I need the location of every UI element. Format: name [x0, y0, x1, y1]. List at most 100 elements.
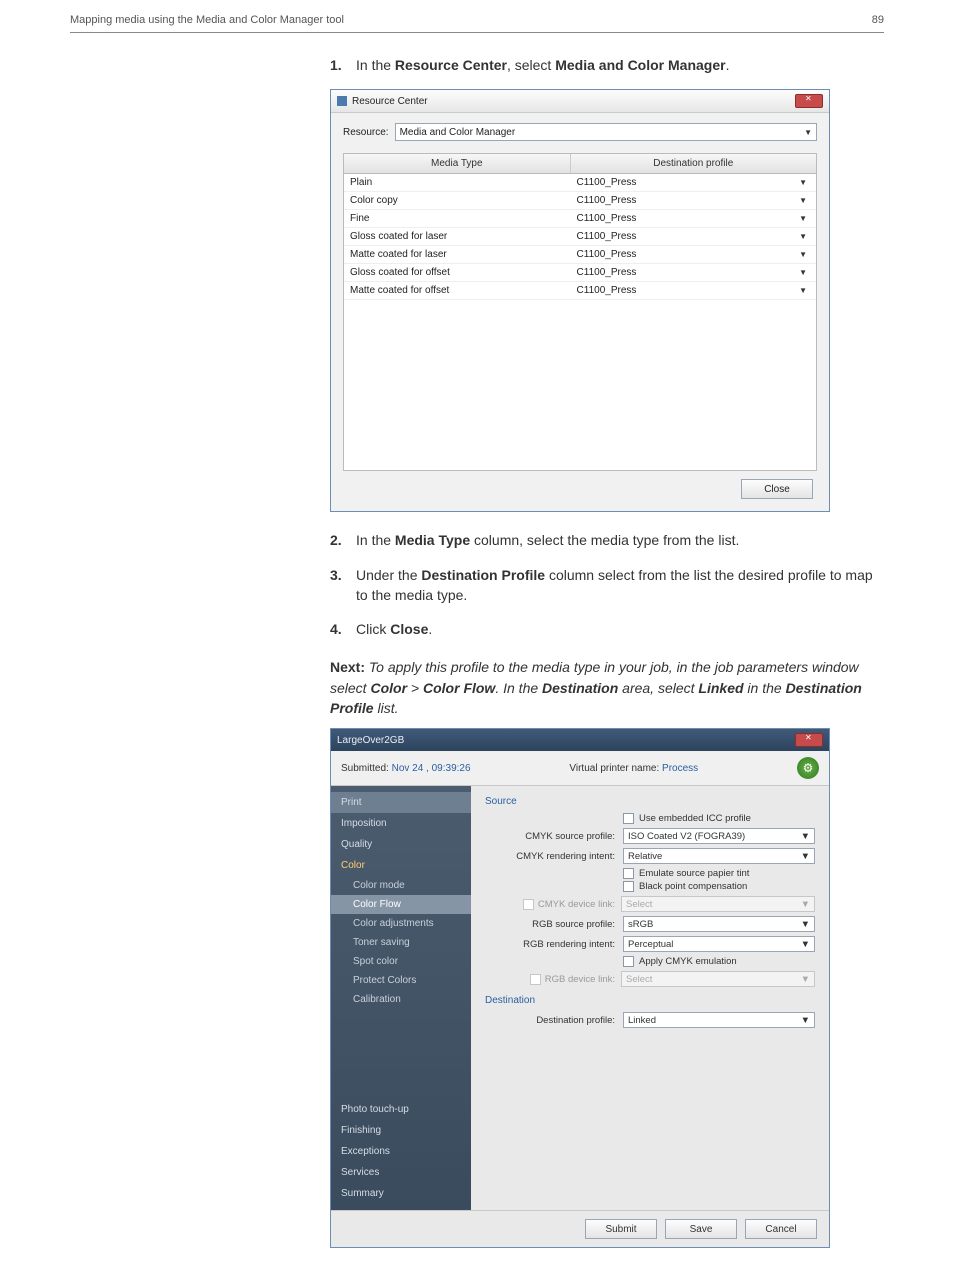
rc-dest-cell[interactable]: C1100_Press▼: [571, 246, 816, 263]
rc-resource-dropdown[interactable]: Media and Color Manager ▼: [395, 123, 817, 141]
step-1-b2: Media and Color Manager: [555, 57, 725, 73]
sidebar-item-print[interactable]: Print: [331, 792, 471, 813]
apply-cmyk-label: Apply CMYK emulation: [639, 956, 737, 967]
jp-submitted-value: Nov 24 , 09:39:26: [392, 763, 471, 774]
sidebar-item-imposition[interactable]: Imposition: [331, 813, 471, 834]
rc-dest-cell[interactable]: C1100_Press▼: [571, 174, 816, 191]
sidebar-sub-color-flow[interactable]: Color Flow: [331, 895, 471, 914]
rc-titlebar: Resource Center: [331, 90, 829, 113]
apply-cmyk-checkbox[interactable]: [623, 956, 634, 967]
page-number: 89: [872, 14, 884, 26]
step-4-num: 4.: [330, 619, 356, 639]
rgb-src-select[interactable]: sRGB▼: [623, 916, 815, 932]
rgb-ri-select[interactable]: Perceptual▼: [623, 936, 815, 952]
step-1-body: In the Resource Center, select Media and…: [356, 55, 884, 75]
step-2-b1: Media Type: [395, 532, 470, 548]
rc-th-media: Media Type: [344, 154, 571, 173]
step-2: 2. In the Media Type column, select the …: [330, 530, 884, 550]
cmyk-src-label: CMYK source profile:: [485, 831, 615, 842]
dest-profile-select[interactable]: Linked▼: [623, 1012, 815, 1028]
rc-dest-cell[interactable]: C1100_Press▼: [571, 210, 816, 227]
cmyk-ri-value: Relative: [628, 851, 662, 862]
sidebar-item-photo[interactable]: Photo touch-up: [331, 1099, 471, 1120]
jp-source-title: Source: [485, 796, 815, 807]
header-left: Mapping media using the Media and Color …: [70, 14, 344, 26]
chevron-down-icon: ▼: [799, 196, 810, 205]
table-row[interactable]: Gloss coated for offsetC1100_Press▼: [344, 264, 816, 282]
rc-resource-label: Resource:: [343, 127, 389, 138]
step-3: 3. Under the Destination Profile column …: [330, 565, 884, 606]
rc-media-cell: Matte coated for offset: [344, 282, 571, 299]
table-row[interactable]: Matte coated for laserC1100_Press▼: [344, 246, 816, 264]
step-2-body: In the Media Type column, select the med…: [356, 530, 884, 550]
rc-dest-val: C1100_Press: [577, 231, 637, 242]
rc-dest-val: C1100_Press: [577, 249, 637, 260]
sidebar-item-exceptions[interactable]: Exceptions: [331, 1141, 471, 1162]
close-icon[interactable]: [795, 733, 823, 747]
sidebar-sub-protect[interactable]: Protect Colors: [331, 971, 471, 990]
cancel-button[interactable]: Cancel: [745, 1219, 817, 1239]
rc-dest-cell[interactable]: C1100_Press▼: [571, 228, 816, 245]
cmyk-dl-checkbox: [523, 899, 534, 910]
rc-dest-cell[interactable]: C1100_Press▼: [571, 264, 816, 281]
sidebar-sub-spot[interactable]: Spot color: [331, 952, 471, 971]
rgb-dl-checkbox: [530, 974, 541, 985]
next-i5: list.: [374, 700, 399, 716]
sidebar-sub-color-adj[interactable]: Color adjustments: [331, 914, 471, 933]
sidebar-item-quality[interactable]: Quality: [331, 834, 471, 855]
jp-titlebar: LargeOver2GB: [331, 729, 829, 751]
jp-vpn-value: Process: [662, 763, 698, 774]
step-1-num: 1.: [330, 55, 356, 75]
submit-button[interactable]: Submit: [585, 1219, 657, 1239]
step-1-mid: , select: [507, 57, 555, 73]
rc-table-spacer: [344, 300, 816, 470]
table-row[interactable]: FineC1100_Press▼: [344, 210, 816, 228]
rc-dest-cell[interactable]: C1100_Press▼: [571, 192, 816, 209]
table-row[interactable]: Gloss coated for laserC1100_Press▼: [344, 228, 816, 246]
jp-vpn-label: Virtual printer name:: [569, 763, 662, 774]
table-row[interactable]: Matte coated for offsetC1100_Press▼: [344, 282, 816, 300]
close-icon[interactable]: [795, 94, 823, 108]
rgb-dl-select: Select▼: [621, 971, 815, 987]
sidebar-item-summary[interactable]: Summary: [331, 1183, 471, 1204]
bpc-checkbox[interactable]: [623, 881, 634, 892]
table-row[interactable]: Color copyC1100_Press▼: [344, 192, 816, 210]
sidebar-sub-toner-saving[interactable]: Toner saving: [331, 933, 471, 952]
chevron-down-icon: ▼: [801, 939, 810, 950]
rc-table: Media Type Destination profile PlainC110…: [343, 153, 817, 471]
step-3-num: 3.: [330, 565, 356, 606]
next-sep1: >: [407, 680, 423, 696]
step-4-pre: Click: [356, 621, 390, 637]
cmyk-src-select[interactable]: ISO Coated V2 (FOGRA39)▼: [623, 828, 815, 844]
gear-icon[interactable]: ⚙: [797, 757, 819, 779]
dest-profile-label: Destination profile:: [485, 1015, 615, 1026]
sidebar-item-color[interactable]: Color: [331, 855, 471, 876]
step-2-post: column, select the media type from the l…: [470, 532, 739, 548]
rc-header-row: Media Type Destination profile: [344, 154, 816, 174]
cmyk-src-value: ISO Coated V2 (FOGRA39): [628, 831, 745, 842]
next-b2: Color Flow: [423, 680, 495, 696]
table-row[interactable]: PlainC1100_Press▼: [344, 174, 816, 192]
use-embedded-label: Use embedded ICC profile: [639, 813, 751, 824]
rc-dest-cell[interactable]: C1100_Press▼: [571, 282, 816, 299]
sidebar-sub-color-mode[interactable]: Color mode: [331, 876, 471, 895]
save-button[interactable]: Save: [665, 1219, 737, 1239]
use-embedded-checkbox[interactable]: [623, 813, 634, 824]
rc-app-icon: [337, 96, 347, 106]
step-3-pre: Under the: [356, 567, 421, 583]
step-1-b1: Resource Center: [395, 57, 507, 73]
next-b3: Destination: [542, 680, 618, 696]
next-i3: area, select: [618, 680, 698, 696]
close-button[interactable]: Close: [741, 479, 813, 499]
chevron-down-icon: ▼: [799, 178, 810, 187]
sidebar-item-services[interactable]: Services: [331, 1162, 471, 1183]
chevron-down-icon: ▼: [801, 974, 810, 985]
jp-info-row: Submitted: Nov 24 , 09:39:26 Virtual pri…: [331, 751, 829, 786]
emulate-checkbox[interactable]: [623, 868, 634, 879]
rc-media-cell: Fine: [344, 210, 571, 227]
sidebar-item-finishing[interactable]: Finishing: [331, 1120, 471, 1141]
sidebar-sub-calibration[interactable]: Calibration: [331, 990, 471, 1009]
chevron-down-icon: ▼: [799, 214, 810, 223]
next-block: Next: To apply this profile to the media…: [330, 657, 884, 718]
cmyk-ri-select[interactable]: Relative▼: [623, 848, 815, 864]
